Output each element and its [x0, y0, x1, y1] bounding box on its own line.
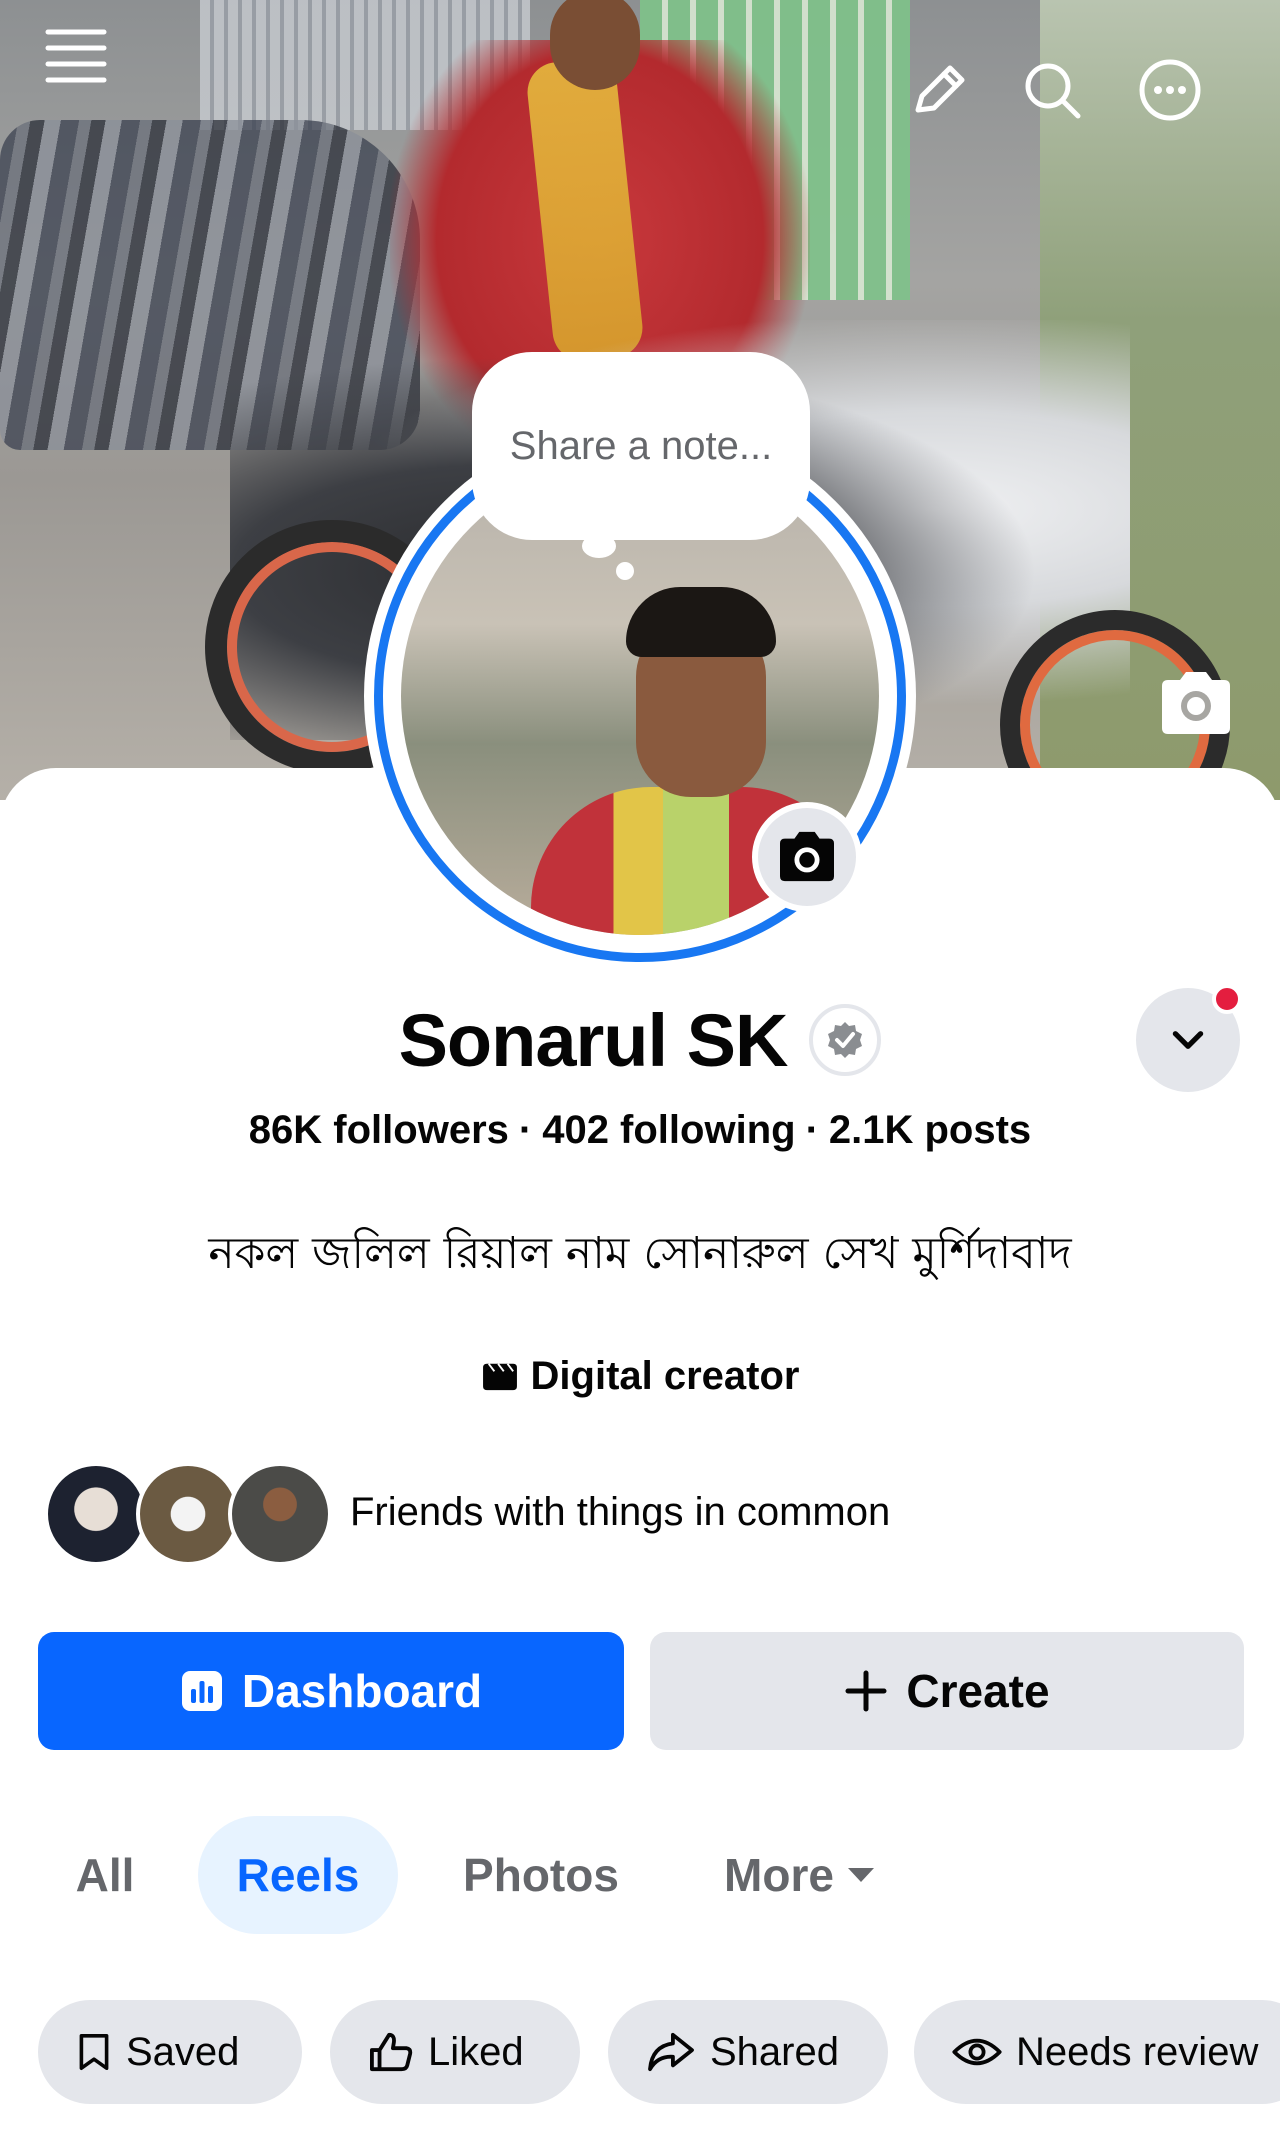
chip-saved-label: Saved	[126, 2029, 240, 2074]
chip-needs-review-label: Needs review	[1016, 2029, 1259, 2074]
more-options-icon[interactable]	[1138, 58, 1202, 122]
plus-icon	[845, 1670, 887, 1712]
stats-separator: ·	[518, 1108, 533, 1152]
tab-reels-label: Reels	[236, 1849, 360, 1901]
clapperboard-icon	[482, 1363, 517, 1391]
create-button[interactable]: Create	[650, 1632, 1244, 1750]
followers-count[interactable]: 86K followers	[249, 1108, 509, 1152]
bookmark-icon	[79, 2034, 109, 2070]
chip-needs-review[interactable]: Needs review	[914, 2000, 1280, 2104]
chip-saved[interactable]: Saved	[38, 2000, 302, 2104]
tab-all[interactable]: All	[60, 1816, 150, 1934]
profile-bio: নকল জলিল রিয়াল নাম সোনারুল সেখ মুর্শিদা…	[208, 1228, 1072, 1279]
chip-shared[interactable]: Shared	[608, 2000, 888, 2104]
share-note-placeholder: Share a note...	[509, 423, 773, 468]
chip-liked-label: Liked	[428, 2029, 524, 2074]
share-note-bubble[interactable]: Share a note...	[472, 352, 810, 540]
friend-avatar	[136, 1462, 240, 1566]
dashboard-button[interactable]: Dashboard	[38, 1632, 624, 1750]
dashboard-label: Dashboard	[241, 1665, 483, 1717]
friend-avatar	[228, 1462, 332, 1566]
create-label: Create	[906, 1665, 1050, 1717]
following-count[interactable]: 402 following	[542, 1108, 795, 1152]
profile-camera-button[interactable]	[752, 802, 862, 912]
note-tail-dot	[582, 534, 616, 558]
tab-more-label: More	[724, 1849, 834, 1901]
caret-down-icon	[847, 1868, 874, 1882]
profile-tabs: All Reels Photos More	[0, 1816, 1280, 1936]
camera-icon	[780, 831, 834, 882]
friends-in-common-label: Friends with things in common	[350, 1490, 891, 1534]
thumbs-up-icon	[369, 2032, 413, 2072]
tab-more[interactable]: More	[710, 1816, 890, 1934]
hamburger-menu-icon[interactable]	[44, 24, 108, 88]
avatar-hair-shape	[626, 587, 776, 657]
tab-photos-label: Photos	[463, 1849, 619, 1901]
tab-all-label: All	[75, 1849, 135, 1901]
eye-icon	[952, 2038, 1002, 2066]
verified-badge-icon[interactable]	[809, 1004, 882, 1076]
note-tail-dot-small	[616, 562, 634, 580]
profile-name-row: Sonarul SK	[0, 990, 1280, 1090]
dashboard-chart-icon	[181, 1671, 222, 1711]
cover-head-shape	[550, 0, 640, 90]
friends-in-common[interactable]: Friends with things in common	[44, 1462, 1244, 1570]
camera-icon	[1162, 672, 1230, 734]
pencil-icon[interactable]	[906, 58, 970, 122]
share-arrow-icon	[648, 2032, 694, 2072]
chevron-down-icon	[1172, 1031, 1204, 1049]
cover-camera-button[interactable]	[1156, 668, 1236, 738]
chip-liked[interactable]: Liked	[330, 2000, 580, 2104]
profile-name: Sonarul SK	[398, 998, 789, 1082]
tab-reels[interactable]: Reels	[198, 1816, 398, 1934]
filter-chips: Saved Liked Shared Needs review	[0, 2000, 1280, 2106]
stats-separator: ·	[805, 1108, 819, 1152]
search-icon[interactable]	[1020, 58, 1084, 122]
profile-category: Digital creator	[0, 1346, 1280, 1406]
friend-avatar	[44, 1462, 148, 1566]
chip-shared-label: Shared	[710, 2029, 839, 2074]
notification-dot	[1212, 984, 1242, 1014]
tab-photos[interactable]: Photos	[446, 1816, 636, 1934]
posts-count[interactable]: 2.1K posts	[829, 1108, 1031, 1152]
profile-stats: 86K followers · 402 following · 2.1K posts	[0, 1108, 1280, 1168]
category-label: Digital creator	[530, 1353, 800, 1398]
